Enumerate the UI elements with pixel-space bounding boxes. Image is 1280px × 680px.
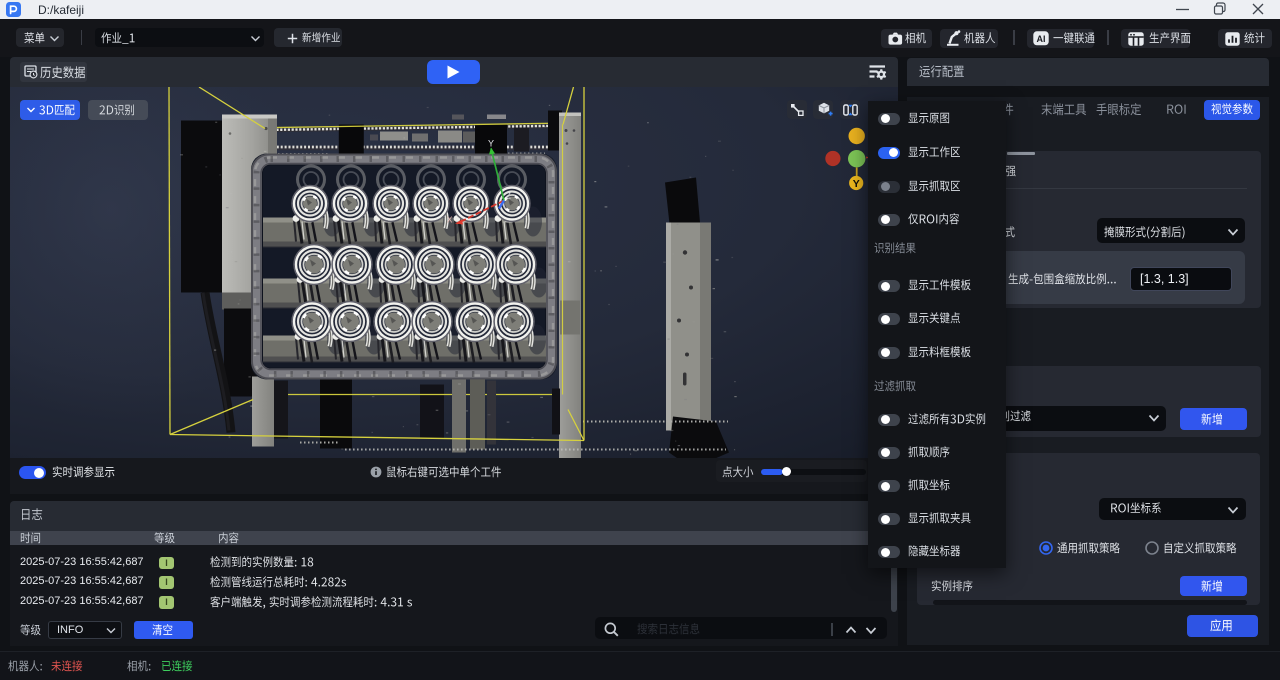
svg-text:Y: Y [853, 178, 860, 190]
svg-text:X: X [447, 215, 453, 224]
svg-text:AI: AI [1037, 34, 1046, 44]
svg-text:Z: Z [506, 191, 511, 200]
svg-text:Y: Y [488, 138, 494, 148]
